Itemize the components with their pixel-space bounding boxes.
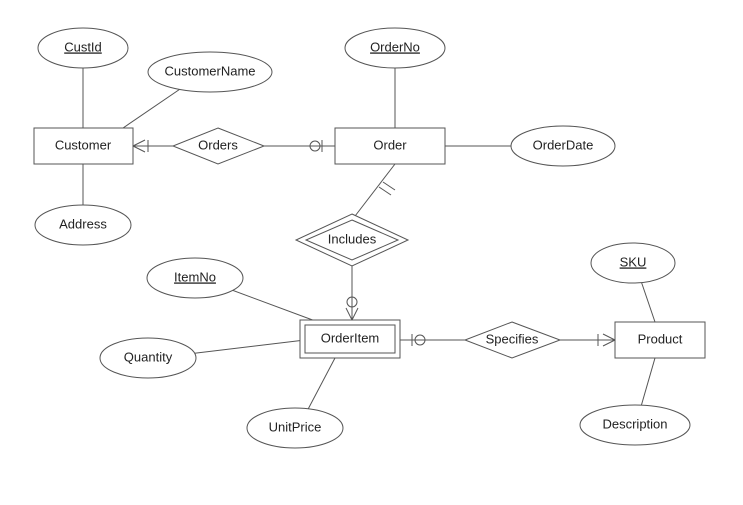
label-address: Address — [59, 216, 107, 231]
er-diagram: CustId CustomerName Address OrderNo Orde… — [0, 0, 743, 505]
label-customer: Customer — [55, 137, 112, 152]
label-includes: Includes — [328, 231, 377, 246]
label-customername: CustomerName — [164, 63, 255, 78]
label-orderno: OrderNo — [370, 39, 420, 54]
label-unitprice: UnitPrice — [269, 419, 322, 434]
label-sku: SKU — [620, 254, 647, 269]
label-specifies: Specifies — [486, 331, 539, 346]
label-orderitem: OrderItem — [321, 330, 380, 345]
label-orders: Orders — [198, 137, 238, 152]
label-itemno: ItemNo — [174, 269, 216, 284]
label-custid: CustId — [64, 39, 102, 54]
label-description: Description — [602, 416, 667, 431]
label-order: Order — [373, 137, 407, 152]
label-quantity: Quantity — [124, 349, 173, 364]
label-product: Product — [638, 331, 683, 346]
label-orderdate: OrderDate — [533, 137, 594, 152]
